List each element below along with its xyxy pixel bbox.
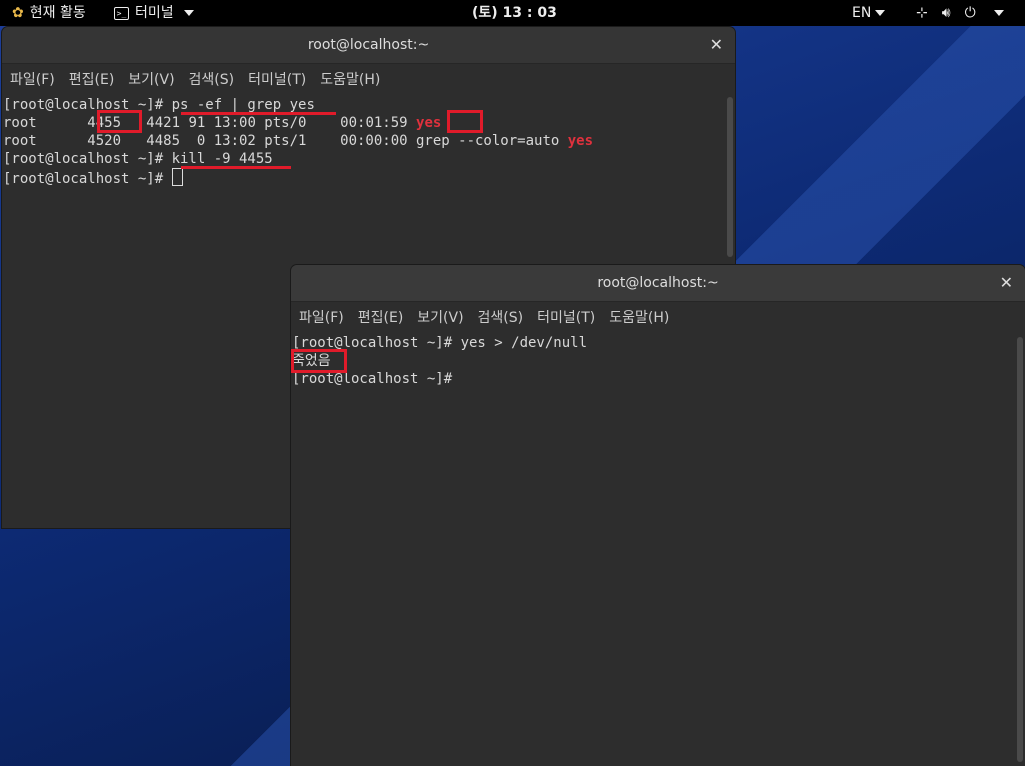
annotation-box xyxy=(97,110,142,133)
menu-edit[interactable]: 편집(E) xyxy=(67,69,123,89)
terminal-window-2[interactable]: root@localhost:~ ✕ 파일(F) 편집(E) 보기(V) 검색(… xyxy=(291,265,1025,766)
window-titlebar[interactable]: root@localhost:~ ✕ xyxy=(291,265,1025,302)
command-text: ps -ef | grep yes xyxy=(171,97,315,113)
chevron-down-icon xyxy=(993,10,1004,16)
scrollbar[interactable] xyxy=(727,97,733,257)
language-label: EN xyxy=(852,5,872,21)
annotation-underline xyxy=(181,166,291,169)
app-menu-button[interactable]: >_ 터미널 xyxy=(114,0,194,26)
menu-view[interactable]: 보기(V) xyxy=(415,307,471,327)
menu-edit[interactable]: 편집(E) xyxy=(356,307,412,327)
output-text: root xyxy=(3,115,88,131)
annotation-underline xyxy=(181,112,336,115)
grep-match: yes xyxy=(416,115,442,131)
command-text: kill -9 4455 xyxy=(171,151,273,167)
menu-help[interactable]: 도움말(H) xyxy=(318,69,388,89)
terminal-line: root 4520 4485 0 13:02 pts/1 00:00:00 gr… xyxy=(3,132,735,150)
language-selector[interactable]: EN xyxy=(852,0,886,26)
window-titlebar[interactable]: root@localhost:~ ✕ xyxy=(2,27,735,64)
grep-match: yes xyxy=(567,133,594,149)
menu-terminal[interactable]: 터미널(T) xyxy=(246,69,314,89)
menu-terminal[interactable]: 터미널(T) xyxy=(535,307,603,327)
menu-bar: 파일(F) 편집(E) 보기(V) 검색(S) 터미널(T) 도움말(H) xyxy=(2,64,735,95)
app-menu-label: 터미널 xyxy=(135,5,174,21)
chevron-down-icon xyxy=(875,10,886,16)
close-icon[interactable]: ✕ xyxy=(1000,273,1013,292)
menu-bar: 파일(F) 편집(E) 보기(V) 검색(S) 터미널(T) 도움말(H) xyxy=(291,302,1025,333)
system-menu[interactable]: ⊹ 🔊︎ ⏻ xyxy=(916,0,1004,26)
activities-button[interactable]: ✿ 현재 활동 xyxy=(12,0,86,26)
menu-file[interactable]: 파일(F) xyxy=(8,69,63,89)
terminal-line: [root@localhost ~]# yes > /dev/null xyxy=(292,335,588,351)
prompt: [root@localhost ~]# xyxy=(3,97,172,113)
terminal-line: [root@localhost ~]# xyxy=(292,371,461,387)
terminal-output[interactable]: [root@localhost ~]# yes > /dev/null 죽었음 … xyxy=(291,332,1025,766)
activities-icon: ✿ xyxy=(12,5,24,21)
window-title: root@localhost:~ xyxy=(597,275,719,291)
menu-view[interactable]: 보기(V) xyxy=(126,69,182,89)
close-icon[interactable]: ✕ xyxy=(710,35,723,54)
terminal-line: 죽었음 xyxy=(292,353,331,369)
menu-search[interactable]: 검색(S) xyxy=(187,69,243,89)
terminal-icon: >_ xyxy=(114,6,129,20)
annotation-box xyxy=(291,349,347,373)
network-icon: ⊹ xyxy=(916,5,928,21)
terminal-line: [root@localhost ~]# xyxy=(3,168,735,187)
chevron-down-icon xyxy=(183,10,194,16)
output-text: root 4520 4485 0 13:02 pts/1 00:00:00 gr… xyxy=(3,133,568,149)
top-bar: ✿ 현재 활동 >_ 터미널 (토) 13 : 03 EN ⊹ 🔊︎ ⏻ xyxy=(0,0,1025,26)
annotation-box xyxy=(447,110,483,133)
activities-label: 현재 활동 xyxy=(29,5,86,21)
volume-icon: 🔊︎ xyxy=(941,5,951,21)
power-icon: ⏻ xyxy=(964,5,976,21)
prompt: [root@localhost ~]# xyxy=(3,171,172,187)
output-text: 4421 91 13:00 pts/0 00:01:59 xyxy=(121,115,417,131)
menu-help[interactable]: 도움말(H) xyxy=(607,307,677,327)
menu-file[interactable]: 파일(F) xyxy=(297,307,352,327)
terminal-line: [root@localhost ~]# kill -9 4455 xyxy=(3,150,735,168)
scrollbar[interactable] xyxy=(1017,337,1023,762)
window-title: root@localhost:~ xyxy=(307,37,430,53)
clock[interactable]: (토) 13 : 03 xyxy=(472,0,557,26)
text-cursor xyxy=(171,168,183,186)
menu-search[interactable]: 검색(S) xyxy=(476,307,532,327)
prompt: [root@localhost ~]# xyxy=(3,151,172,167)
